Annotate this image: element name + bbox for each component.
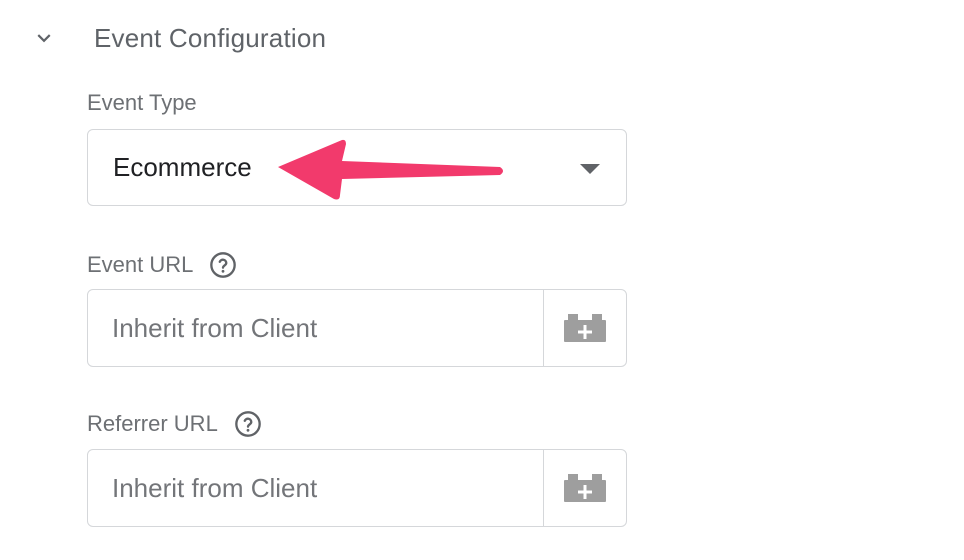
- event-type-selected-value: Ecommerce: [113, 152, 252, 182]
- referrer-url-label-text: Referrer URL: [87, 411, 218, 436]
- event-url-label: Event URL: [87, 251, 237, 279]
- event-type-select[interactable]: Ecommerce: [87, 129, 627, 206]
- section-header-event-configuration[interactable]: Event Configuration: [30, 18, 326, 58]
- variable-block-add-icon: [564, 314, 606, 342]
- dropdown-caret-icon: [580, 164, 600, 174]
- referrer-url-field-group: [87, 449, 627, 527]
- chevron-down-icon[interactable]: [30, 24, 58, 52]
- referrer-url-input[interactable]: [88, 450, 543, 526]
- section-title: Event Configuration: [94, 22, 327, 53]
- referrer-url-label: Referrer URL: [87, 410, 262, 438]
- event-url-input[interactable]: [88, 290, 543, 366]
- event-type-label: Event Type: [87, 90, 197, 116]
- help-circle-icon[interactable]: [234, 410, 262, 438]
- help-circle-icon[interactable]: [209, 251, 237, 279]
- variable-block-add-icon: [564, 474, 606, 502]
- event-type-label-text: Event Type: [87, 90, 197, 115]
- event-url-variable-button[interactable]: [543, 290, 626, 366]
- event-url-field-group: [87, 289, 627, 367]
- referrer-url-variable-button[interactable]: [543, 450, 626, 526]
- event-url-label-text: Event URL: [87, 252, 194, 277]
